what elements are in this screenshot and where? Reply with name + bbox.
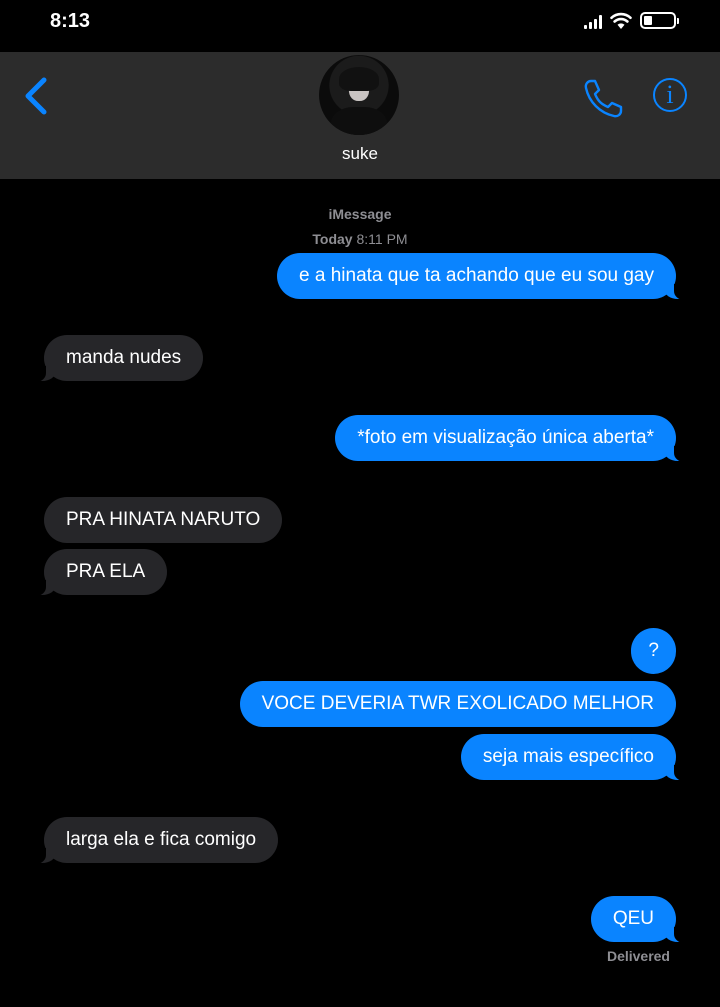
contact-name[interactable]: suke [0,144,720,164]
battery-icon [640,12,679,29]
service-label: iMessage [328,206,392,222]
received-message[interactable]: larga ela e fica comigo [31,817,279,864]
back-chevron-icon[interactable] [22,76,50,116]
timestamp-day: Today [312,231,353,247]
sent-message[interactable]: e a hinata que ta achando que eu sou gay [277,253,688,300]
signal-icon [584,15,602,29]
status-bar: 8:13 [0,0,720,52]
phone-icon[interactable] [582,78,624,120]
status-time: 8:13 [50,10,91,32]
sent-message[interactable]: ? [631,628,676,674]
wifi-icon [610,12,632,29]
info-icon[interactable]: i [653,78,687,112]
sent-message[interactable]: VOCE DEVERIA TWR EXOLICADO MELHOR [239,681,676,727]
received-message[interactable]: manda nudes [31,335,204,382]
received-message[interactable]: PRA HINATA NARUTO [44,497,283,543]
sent-message[interactable]: seja mais específico [460,734,689,781]
sent-message[interactable]: QEU [590,896,689,943]
thread-timestamp: Today 8:11 PM [0,231,720,247]
sent-message[interactable]: *foto em visualização única aberta* [335,415,688,462]
conversation-header: suke i [0,52,720,179]
received-message[interactable]: PRA ELA [31,549,168,596]
delivery-status: Delivered [606,948,670,964]
avatar[interactable] [319,55,399,135]
timestamp-time: 8:11 PM [356,231,408,247]
